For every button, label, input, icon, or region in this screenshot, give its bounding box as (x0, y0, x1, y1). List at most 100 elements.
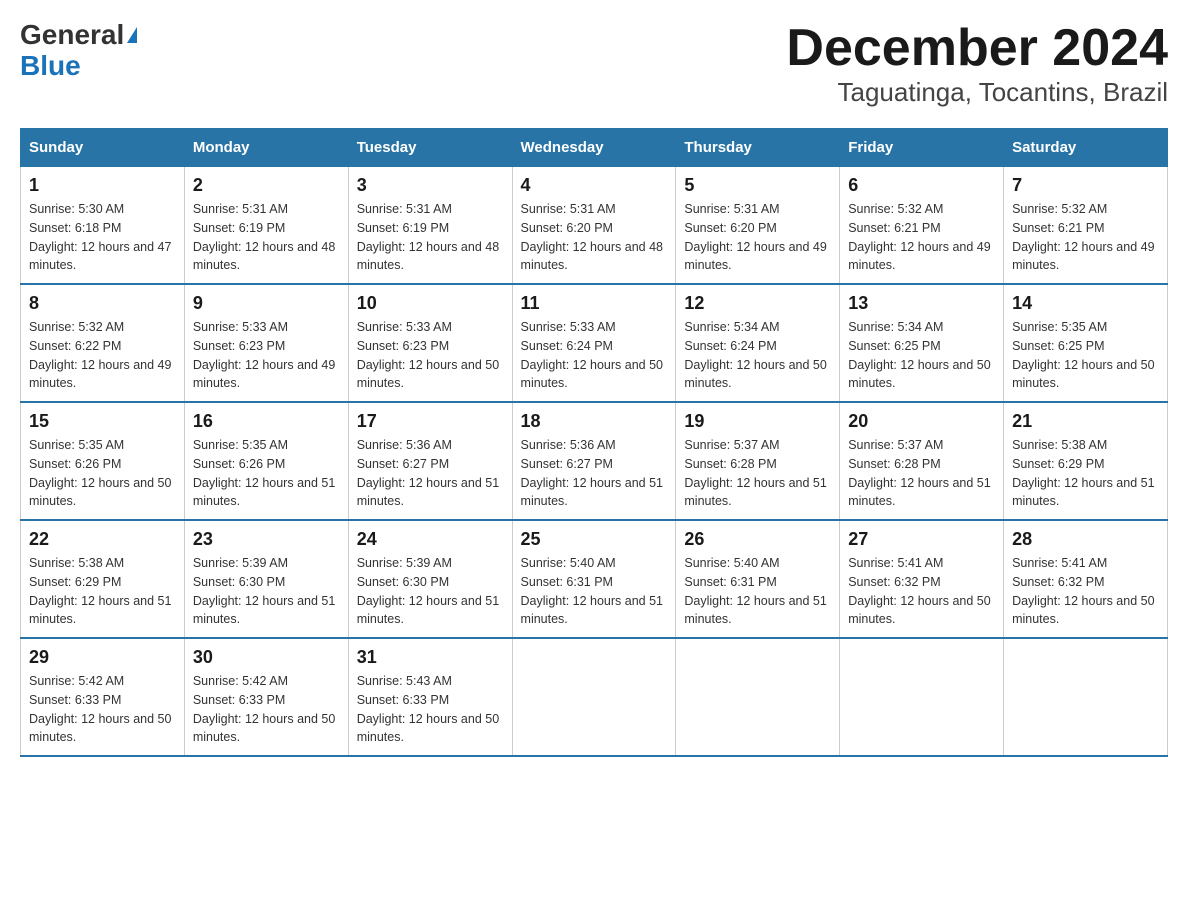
day-info: Sunrise: 5:32 AM Sunset: 6:21 PM Dayligh… (848, 200, 995, 275)
day-info: Sunrise: 5:34 AM Sunset: 6:25 PM Dayligh… (848, 318, 995, 393)
day-cell: 17 Sunrise: 5:36 AM Sunset: 6:27 PM Dayl… (348, 402, 512, 520)
day-cell: 14 Sunrise: 5:35 AM Sunset: 6:25 PM Dayl… (1004, 284, 1168, 402)
day-info: Sunrise: 5:31 AM Sunset: 6:20 PM Dayligh… (521, 200, 668, 275)
day-cell: 20 Sunrise: 5:37 AM Sunset: 6:28 PM Dayl… (840, 402, 1004, 520)
day-cell: 23 Sunrise: 5:39 AM Sunset: 6:30 PM Dayl… (184, 520, 348, 638)
day-info: Sunrise: 5:42 AM Sunset: 6:33 PM Dayligh… (193, 672, 340, 747)
day-cell: 15 Sunrise: 5:35 AM Sunset: 6:26 PM Dayl… (21, 402, 185, 520)
header-cell-tuesday: Tuesday (348, 129, 512, 167)
day-number: 27 (848, 529, 995, 550)
day-number: 8 (29, 293, 176, 314)
day-number: 4 (521, 175, 668, 196)
day-cell: 10 Sunrise: 5:33 AM Sunset: 6:23 PM Dayl… (348, 284, 512, 402)
day-cell: 8 Sunrise: 5:32 AM Sunset: 6:22 PM Dayli… (21, 284, 185, 402)
day-number: 22 (29, 529, 176, 550)
day-cell: 24 Sunrise: 5:39 AM Sunset: 6:30 PM Dayl… (348, 520, 512, 638)
day-info: Sunrise: 5:33 AM Sunset: 6:23 PM Dayligh… (193, 318, 340, 393)
day-info: Sunrise: 5:35 AM Sunset: 6:26 PM Dayligh… (193, 436, 340, 511)
day-info: Sunrise: 5:34 AM Sunset: 6:24 PM Dayligh… (684, 318, 831, 393)
day-number: 11 (521, 293, 668, 314)
day-cell: 29 Sunrise: 5:42 AM Sunset: 6:33 PM Dayl… (21, 638, 185, 756)
day-info: Sunrise: 5:31 AM Sunset: 6:19 PM Dayligh… (357, 200, 504, 275)
day-number: 26 (684, 529, 831, 550)
day-cell (840, 638, 1004, 756)
day-info: Sunrise: 5:32 AM Sunset: 6:21 PM Dayligh… (1012, 200, 1159, 275)
day-number: 28 (1012, 529, 1159, 550)
day-number: 12 (684, 293, 831, 314)
day-info: Sunrise: 5:42 AM Sunset: 6:33 PM Dayligh… (29, 672, 176, 747)
day-number: 31 (357, 647, 504, 668)
day-info: Sunrise: 5:38 AM Sunset: 6:29 PM Dayligh… (29, 554, 176, 629)
day-number: 6 (848, 175, 995, 196)
day-info: Sunrise: 5:31 AM Sunset: 6:19 PM Dayligh… (193, 200, 340, 275)
logo-triangle-icon (127, 27, 137, 43)
day-number: 10 (357, 293, 504, 314)
header-cell-saturday: Saturday (1004, 129, 1168, 167)
week-row-4: 22 Sunrise: 5:38 AM Sunset: 6:29 PM Dayl… (21, 520, 1168, 638)
day-number: 29 (29, 647, 176, 668)
day-cell: 21 Sunrise: 5:38 AM Sunset: 6:29 PM Dayl… (1004, 402, 1168, 520)
day-cell: 11 Sunrise: 5:33 AM Sunset: 6:24 PM Dayl… (512, 284, 676, 402)
day-cell: 12 Sunrise: 5:34 AM Sunset: 6:24 PM Dayl… (676, 284, 840, 402)
day-cell (512, 638, 676, 756)
week-row-3: 15 Sunrise: 5:35 AM Sunset: 6:26 PM Dayl… (21, 402, 1168, 520)
day-cell: 4 Sunrise: 5:31 AM Sunset: 6:20 PM Dayli… (512, 167, 676, 285)
day-number: 2 (193, 175, 340, 196)
day-cell: 31 Sunrise: 5:43 AM Sunset: 6:33 PM Dayl… (348, 638, 512, 756)
day-number: 13 (848, 293, 995, 314)
calendar-header: SundayMondayTuesdayWednesdayThursdayFrid… (21, 129, 1168, 167)
day-cell: 16 Sunrise: 5:35 AM Sunset: 6:26 PM Dayl… (184, 402, 348, 520)
day-number: 5 (684, 175, 831, 196)
day-number: 21 (1012, 411, 1159, 432)
day-number: 16 (193, 411, 340, 432)
day-number: 24 (357, 529, 504, 550)
day-cell: 26 Sunrise: 5:40 AM Sunset: 6:31 PM Dayl… (676, 520, 840, 638)
day-number: 7 (1012, 175, 1159, 196)
logo-general-text: General (20, 20, 124, 51)
day-cell: 22 Sunrise: 5:38 AM Sunset: 6:29 PM Dayl… (21, 520, 185, 638)
day-info: Sunrise: 5:41 AM Sunset: 6:32 PM Dayligh… (848, 554, 995, 629)
week-row-2: 8 Sunrise: 5:32 AM Sunset: 6:22 PM Dayli… (21, 284, 1168, 402)
day-info: Sunrise: 5:39 AM Sunset: 6:30 PM Dayligh… (357, 554, 504, 629)
day-cell: 27 Sunrise: 5:41 AM Sunset: 6:32 PM Dayl… (840, 520, 1004, 638)
day-number: 20 (848, 411, 995, 432)
day-number: 18 (521, 411, 668, 432)
day-cell: 25 Sunrise: 5:40 AM Sunset: 6:31 PM Dayl… (512, 520, 676, 638)
header-cell-friday: Friday (840, 129, 1004, 167)
day-cell: 2 Sunrise: 5:31 AM Sunset: 6:19 PM Dayli… (184, 167, 348, 285)
calendar-table: SundayMondayTuesdayWednesdayThursdayFrid… (20, 128, 1168, 757)
day-cell: 5 Sunrise: 5:31 AM Sunset: 6:20 PM Dayli… (676, 167, 840, 285)
day-cell: 7 Sunrise: 5:32 AM Sunset: 6:21 PM Dayli… (1004, 167, 1168, 285)
day-info: Sunrise: 5:40 AM Sunset: 6:31 PM Dayligh… (521, 554, 668, 629)
day-info: Sunrise: 5:38 AM Sunset: 6:29 PM Dayligh… (1012, 436, 1159, 511)
day-number: 30 (193, 647, 340, 668)
day-info: Sunrise: 5:37 AM Sunset: 6:28 PM Dayligh… (684, 436, 831, 511)
day-info: Sunrise: 5:36 AM Sunset: 6:27 PM Dayligh… (521, 436, 668, 511)
day-number: 23 (193, 529, 340, 550)
day-number: 15 (29, 411, 176, 432)
header-cell-monday: Monday (184, 129, 348, 167)
day-cell (1004, 638, 1168, 756)
day-cell: 13 Sunrise: 5:34 AM Sunset: 6:25 PM Dayl… (840, 284, 1004, 402)
title-block: December 2024 Taguatinga, Tocantins, Bra… (786, 20, 1168, 108)
day-info: Sunrise: 5:36 AM Sunset: 6:27 PM Dayligh… (357, 436, 504, 511)
day-number: 25 (521, 529, 668, 550)
day-info: Sunrise: 5:41 AM Sunset: 6:32 PM Dayligh… (1012, 554, 1159, 629)
day-cell: 6 Sunrise: 5:32 AM Sunset: 6:21 PM Dayli… (840, 167, 1004, 285)
day-info: Sunrise: 5:39 AM Sunset: 6:30 PM Dayligh… (193, 554, 340, 629)
week-row-1: 1 Sunrise: 5:30 AM Sunset: 6:18 PM Dayli… (21, 167, 1168, 285)
day-info: Sunrise: 5:33 AM Sunset: 6:24 PM Dayligh… (521, 318, 668, 393)
day-cell: 3 Sunrise: 5:31 AM Sunset: 6:19 PM Dayli… (348, 167, 512, 285)
day-info: Sunrise: 5:43 AM Sunset: 6:33 PM Dayligh… (357, 672, 504, 747)
calendar-title: December 2024 (786, 20, 1168, 77)
day-info: Sunrise: 5:35 AM Sunset: 6:25 PM Dayligh… (1012, 318, 1159, 393)
calendar-subtitle: Taguatinga, Tocantins, Brazil (786, 77, 1168, 108)
day-info: Sunrise: 5:35 AM Sunset: 6:26 PM Dayligh… (29, 436, 176, 511)
day-cell: 18 Sunrise: 5:36 AM Sunset: 6:27 PM Dayl… (512, 402, 676, 520)
day-cell: 19 Sunrise: 5:37 AM Sunset: 6:28 PM Dayl… (676, 402, 840, 520)
day-cell: 9 Sunrise: 5:33 AM Sunset: 6:23 PM Dayli… (184, 284, 348, 402)
day-info: Sunrise: 5:31 AM Sunset: 6:20 PM Dayligh… (684, 200, 831, 275)
day-number: 19 (684, 411, 831, 432)
header-cell-sunday: Sunday (21, 129, 185, 167)
day-info: Sunrise: 5:37 AM Sunset: 6:28 PM Dayligh… (848, 436, 995, 511)
